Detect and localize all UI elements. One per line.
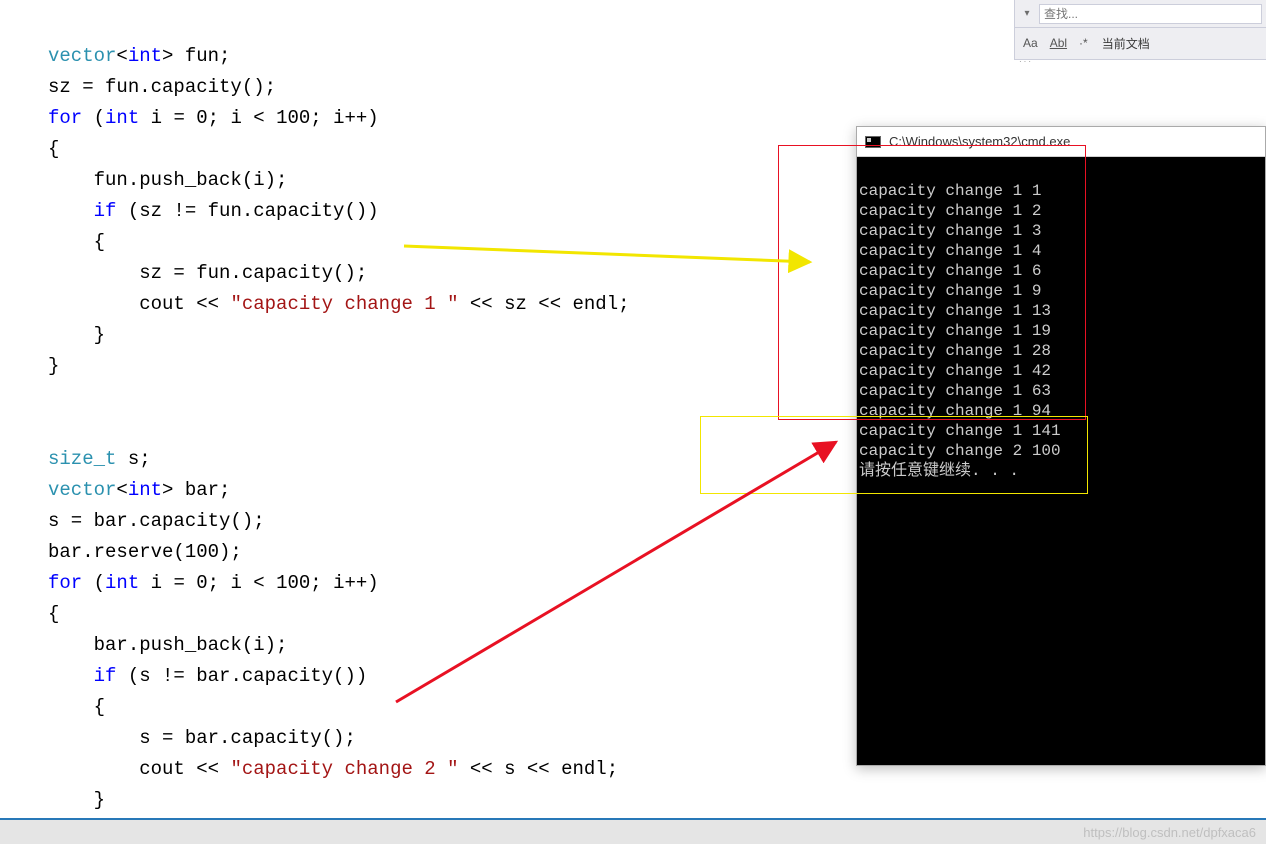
search-input[interactable] — [1039, 4, 1262, 24]
code-token: ( — [82, 107, 105, 129]
code-token: vector — [48, 45, 116, 67]
code-line: } — [48, 355, 59, 377]
console-line: capacity change 1 1 — [859, 182, 1041, 200]
code-line: bar.reserve(100); — [48, 541, 242, 563]
code-token: s; — [116, 448, 150, 470]
code-token: i = 0; i < 100; i++) — [139, 572, 378, 594]
code-token: > bar; — [162, 479, 230, 501]
console-line: capacity change 1 42 — [859, 362, 1051, 380]
console-line: capacity change 1 2 — [859, 202, 1041, 220]
code-line: } — [48, 789, 105, 811]
code-token: << s << endl; — [458, 758, 618, 780]
whole-word-toggle[interactable]: Abl — [1048, 35, 1069, 51]
console-titlebar[interactable]: C:\Windows\system32\cmd.exe — [857, 127, 1265, 157]
code-token: ( — [82, 572, 105, 594]
code-token: cout << — [48, 293, 230, 315]
code-line: sz = fun.capacity(); — [48, 76, 276, 98]
console-title: C:\Windows\system32\cmd.exe — [889, 134, 1070, 149]
code-token: < — [116, 45, 127, 67]
chevron-down-icon[interactable]: ▾ — [1019, 4, 1035, 24]
code-line: s = bar.capacity(); — [48, 727, 356, 749]
console-line: capacity change 1 141 — [859, 422, 1061, 440]
code-line: { — [48, 231, 105, 253]
code-string: "capacity change 2 " — [230, 758, 458, 780]
code-token: (sz != fun.capacity()) — [116, 200, 378, 222]
code-token: int — [105, 107, 139, 129]
code-line: { — [48, 138, 59, 160]
code-token: vector — [48, 479, 116, 501]
code-token: cout << — [48, 758, 230, 780]
code-line: sz = fun.capacity(); — [48, 262, 367, 284]
console-line: capacity change 1 3 — [859, 222, 1041, 240]
code-token — [48, 200, 94, 222]
search-scope-label: 当前文档 — [1102, 35, 1150, 52]
regex-toggle[interactable]: ·* — [1077, 35, 1090, 51]
console-line: capacity change 2 100 — [859, 442, 1061, 460]
watermark: https://blog.csdn.net/dpfxaca6 — [1083, 825, 1256, 840]
code-token: << sz << endl; — [458, 293, 629, 315]
console-line: 请按任意键继续. . . — [859, 462, 1019, 480]
code-token — [48, 665, 94, 687]
code-token: < — [116, 479, 127, 501]
code-token: (s != bar.capacity()) — [116, 665, 367, 687]
code-token: size_t — [48, 448, 116, 470]
code-token: for — [48, 107, 82, 129]
code-line: { — [48, 603, 59, 625]
code-token: for — [48, 572, 82, 594]
code-token: if — [94, 665, 117, 687]
console-line: capacity change 1 63 — [859, 382, 1051, 400]
console-output[interactable]: capacity change 1 1 capacity change 1 2 … — [857, 157, 1265, 765]
code-line: s = bar.capacity(); — [48, 510, 265, 532]
console-line: capacity change 1 28 — [859, 342, 1051, 360]
console-line: capacity change 1 94 — [859, 402, 1051, 420]
panel-grip[interactable]: ··· — [1015, 58, 1266, 64]
console-line: capacity change 1 9 — [859, 282, 1041, 300]
status-strip — [0, 820, 1266, 844]
find-row: ▾ — [1015, 0, 1266, 28]
code-token: > fun; — [162, 45, 230, 67]
find-panel: ▾ Aa Abl ·* 当前文档 ··· — [1014, 0, 1266, 60]
console-window: C:\Windows\system32\cmd.exe capacity cha… — [856, 126, 1266, 766]
code-string: "capacity change 1 " — [230, 293, 458, 315]
code-line: { — [48, 696, 105, 718]
code-token: int — [128, 45, 162, 67]
code-line: } — [48, 324, 105, 346]
cmd-icon — [865, 136, 881, 148]
code-line: fun.push_back(i); — [48, 169, 287, 191]
console-line: capacity change 1 4 — [859, 242, 1041, 260]
code-token: if — [94, 200, 117, 222]
find-options-row: Aa Abl ·* 当前文档 — [1015, 28, 1266, 58]
code-token: int — [128, 479, 162, 501]
console-line: capacity change 1 19 — [859, 322, 1051, 340]
code-line: bar.push_back(i); — [48, 634, 287, 656]
match-case-toggle[interactable]: Aa — [1021, 35, 1040, 51]
console-line: capacity change 1 6 — [859, 262, 1041, 280]
code-token: int — [105, 572, 139, 594]
console-line: capacity change 1 13 — [859, 302, 1051, 320]
code-token: i = 0; i < 100; i++) — [139, 107, 378, 129]
